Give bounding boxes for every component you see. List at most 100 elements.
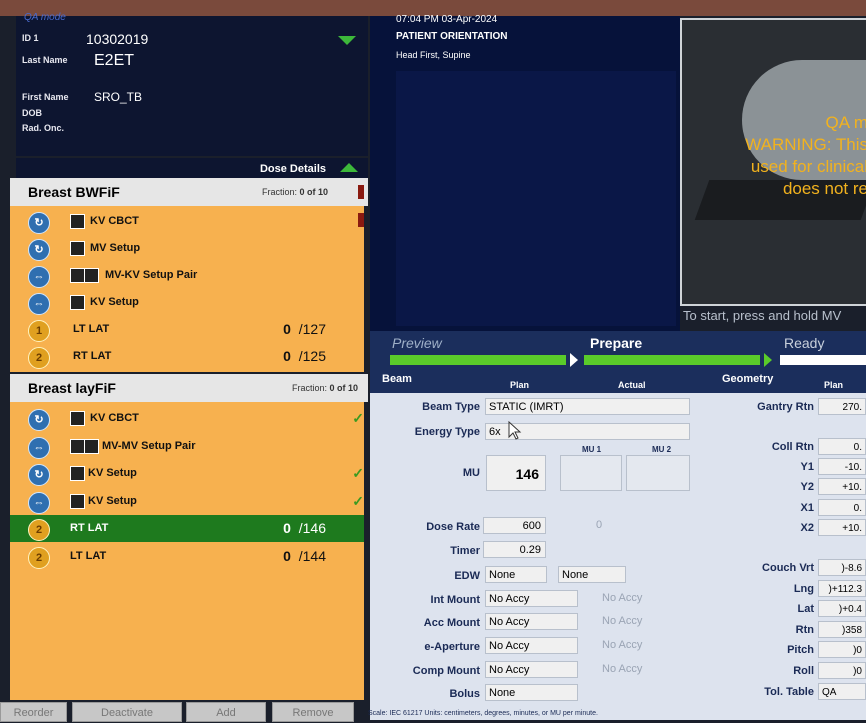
mu-delivered: 0 [283,520,291,536]
arc-icon: ↻ [28,212,50,234]
step-ready: Ready [784,335,825,351]
prepare-bar [584,355,760,365]
coll-rtn-label: Coll Rtn [771,441,814,453]
field-row-selected[interactable]: 2 RT LAT 0 /146 [10,515,364,542]
beam-icon [70,295,85,310]
x2-label: X2 [800,522,814,534]
field-name: RT LAT [70,522,109,534]
couch-lat-field: )+0.4 [818,600,866,617]
field-row[interactable]: ↻ KV Setup ✓ [10,460,364,487]
timer-label: Timer [450,545,480,557]
arc-icon: ↻ [28,409,50,431]
roll-label: Roll [793,665,814,677]
mu-count: 0 /144 [283,548,326,564]
timestamp: 07:04 PM 03-Apr-2024 [396,14,498,25]
static-field-icon: 1 [28,320,50,342]
dose-rate-label: Dose Rate [426,521,480,533]
patient-id: 10302019 [86,31,149,47]
y2-field: +10. [818,478,866,495]
tol-table-field: QA [818,683,866,700]
beam-icon [70,439,85,454]
warning-line: used for clinical [750,157,866,176]
workflow-progress: Preview Prepare Ready [370,331,866,371]
chevron-up-icon[interactable] [340,163,358,172]
id-label: ID 1 [22,33,39,43]
y1-field: -10. [818,458,866,475]
tol-table-label: Tol. Table [764,686,814,698]
units-footer: Scale: IEC 61217 Units: centimeters, deg… [368,710,598,717]
coll-rtn-field: 0. [818,438,866,455]
beam-header: Beam Plan Actual [370,371,700,393]
orientation-title: PATIENT ORIENTATION [396,31,508,42]
timer-field: 0.29 [483,541,546,558]
field-name: KV Setup [90,296,139,308]
plan-header[interactable]: Breast layFiF Fraction: 0 of 10 [10,374,368,402]
couch-rtn-field: )358 [818,621,866,638]
ready-bar [780,355,866,365]
plan-column: Plan [510,380,530,390]
mu1-label: MU 1 [582,445,602,454]
actual-column: Actual [618,380,646,390]
mu-delivered: 0 [283,321,291,337]
orientation-value: Head First, Supine [396,50,471,60]
fraction-value: 0 of 10 [299,187,328,197]
field-name: KV CBCT [90,412,139,424]
mu-count: 0 /127 [283,321,326,337]
acc-mount-label: Acc Mount [423,617,480,629]
dose-rate-field: 600 [483,517,546,534]
field-name: MV-MV Setup Pair [102,440,196,452]
field-list: ↻ KV CBCT ✓ ⇔ MV-MV Setup Pair ↻ KV Setu… [10,402,364,700]
field-name: KV Setup [88,467,137,479]
pitch-field: )0 [818,641,866,658]
qa-title: QA m [825,113,866,132]
check-icon: ✓ [352,493,364,509]
reorder-button[interactable]: Reorder [0,702,67,722]
roll-field: )0 [818,662,866,679]
plan-name: Breast layFiF [28,380,116,396]
fraction-label: Fraction: [291,383,327,393]
gantry-rtn-field: 270. [818,398,866,415]
arc-icon: ↻ [28,464,50,486]
field-row[interactable]: 2 RT LAT 0 /125 [10,343,364,370]
mu1-actual-field [560,455,622,491]
geometry-title: Geometry [722,373,774,385]
edw-actual-field: None [558,566,626,583]
deactivate-button[interactable]: Deactivate [72,702,182,722]
plan-header[interactable]: Breast BWFiF Fraction: 0 of 10 [10,178,368,206]
plan-name: Breast BWFiF [28,184,120,200]
add-button[interactable]: Add [186,702,266,722]
field-row[interactable]: ⇔ KV Setup ✓ [10,488,364,515]
field-row[interactable]: ⇔ KV Setup [10,289,364,316]
couch-lng-field: )+112.3 [818,580,866,597]
couch-vrt-field: )-8.6 [818,559,866,576]
beam-icon [70,241,85,256]
geometry-header: Geometry Plan [700,371,866,393]
warning-line: does not re [782,179,866,198]
field-list: ↻ KV CBCT ↻ MV Setup ⇔ MV-KV Setup Pair … [10,206,364,372]
geometry-panel: Geometry Plan Gantry Rtn 270. Coll Rtn 0… [700,371,866,720]
warning-line: WARNING: This [745,135,866,154]
field-row[interactable]: 2 LT LAT 0 /144 [10,543,364,570]
dose-details-header[interactable]: Dose Details [16,158,368,178]
mu-plan-field: 146 [486,455,546,491]
field-row[interactable]: ↻ KV CBCT ✓ [10,405,364,432]
static-field-icon: 2 [28,519,50,541]
field-row[interactable]: 1 LT LAT 0 /127 [10,316,364,343]
field-row[interactable]: ⇔ MV-KV Setup Pair [10,262,364,289]
arc-icon: ↻ [28,239,50,261]
dob-label: DOB [22,108,42,118]
setup-icon: ⇔ [28,437,50,459]
patient-info-panel: QA mode ID 1 10302019 Last Name E2ET Fir… [16,12,368,156]
remove-button[interactable]: Remove [272,702,354,722]
field-row[interactable]: ⇔ MV-MV Setup Pair [10,433,364,460]
acc-mount-field: No Accy [485,613,578,630]
x1-label: X1 [800,502,814,514]
patient-orientation-panel: 07:04 PM 03-Apr-2024 PATIENT ORIENTATION… [370,14,680,331]
mu-delivered: 0 [283,548,291,564]
check-icon: ✓ [352,465,364,481]
field-row[interactable]: ↻ MV Setup [10,235,364,262]
dose-rate-actual: 0 [596,519,603,531]
field-row[interactable]: ↻ KV CBCT [10,208,364,235]
chevron-down-icon[interactable] [338,36,356,45]
arrow-right-icon [570,353,578,367]
